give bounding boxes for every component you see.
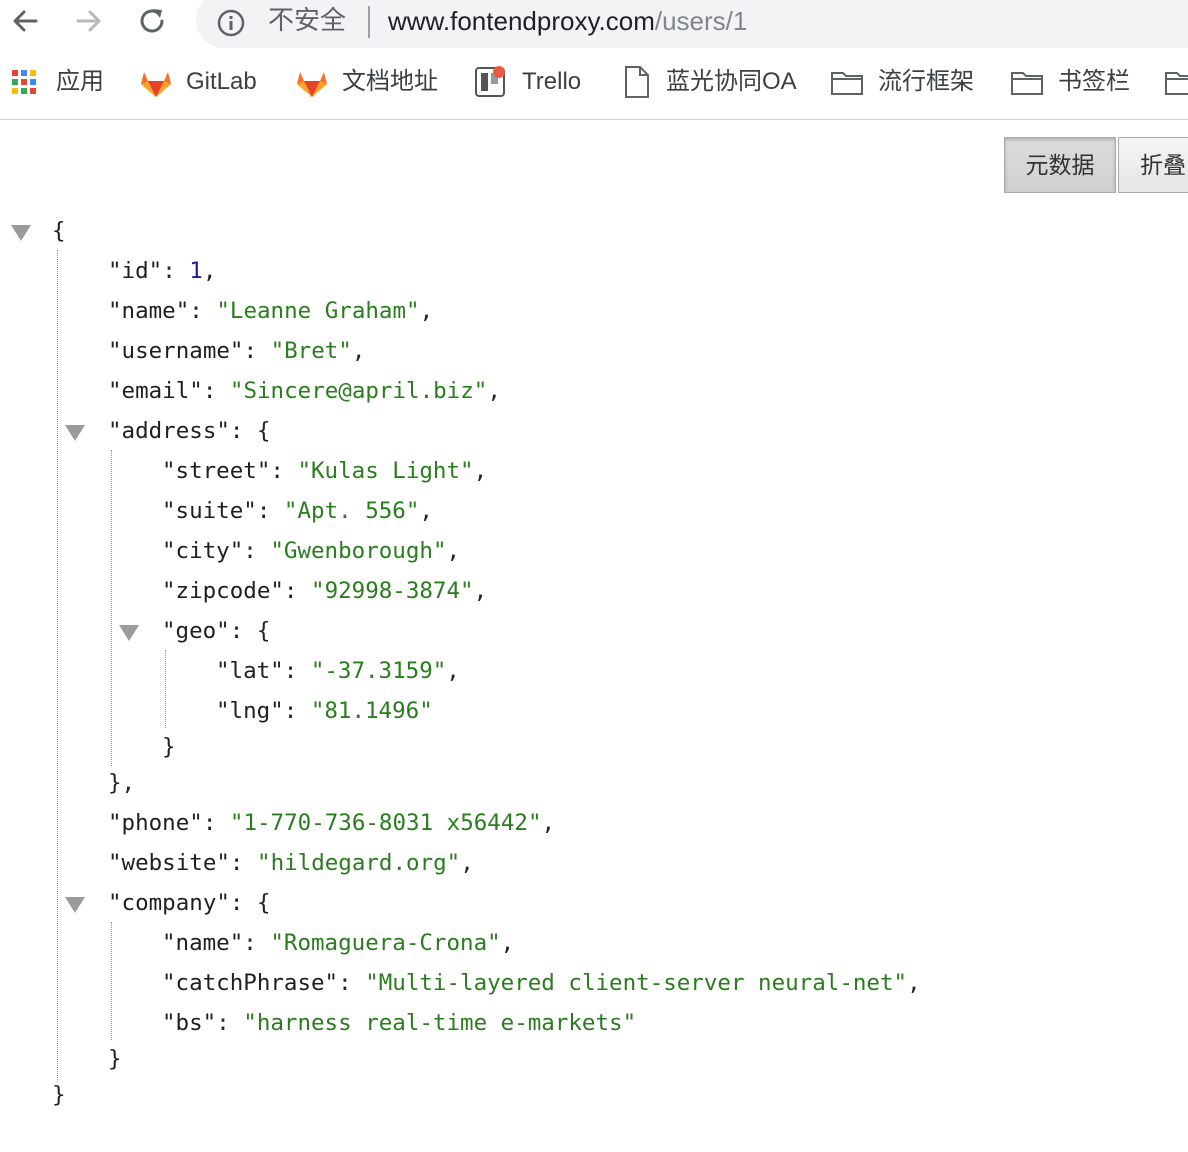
json-key: "company" — [108, 890, 230, 916]
json-string: "92998-3874" — [311, 578, 474, 604]
json-row-website: "website": "hildegard.org", — [108, 850, 474, 876]
json-string: "Gwenborough" — [270, 538, 447, 564]
json-key: "email" — [108, 378, 203, 404]
json-string: "Romaguera-Crona" — [270, 930, 501, 956]
json-row-bs: "bs": "harness real-time e-markets" — [162, 1010, 637, 1036]
insecure-label: 不安全 — [268, 6, 347, 36]
collapse-toggle-icon[interactable] — [11, 225, 31, 241]
back-button[interactable] — [2, 2, 46, 42]
url-host: www.fontendproxy.com — [388, 6, 655, 36]
reload-button[interactable] — [130, 2, 174, 42]
bookmark-label: Trello — [522, 68, 582, 95]
json-row-street: "street": "Kulas Light", — [162, 458, 488, 484]
json-key: "phone" — [108, 810, 203, 836]
json-string: "Apt. 556" — [283, 498, 420, 524]
fold-button[interactable]: 折叠 — [1118, 137, 1188, 193]
indent-guide — [165, 650, 166, 728]
json-key: "lat" — [216, 658, 284, 684]
back-arrow-icon — [13, 10, 38, 32]
url-text[interactable]: www.fontendproxy.com/users/1 — [388, 4, 747, 38]
json-brace-close: }, — [108, 770, 136, 796]
json-string: "harness real-time e-markets" — [243, 1010, 637, 1036]
json-row-email: "email": "Sincere@april.biz", — [108, 378, 501, 404]
json-key: "bs" — [162, 1010, 217, 1036]
collapse-toggle-icon[interactable] — [65, 425, 85, 441]
json-row-company: "company": { — [108, 890, 271, 916]
bookmark-label: 蓝光协同OA — [666, 68, 797, 95]
json-row-city: "city": "Gwenborough", — [162, 538, 461, 564]
json-key: "address" — [108, 418, 230, 444]
json-string: "81.1496" — [310, 698, 433, 724]
json-row-zipcode: "zipcode": "92998-3874", — [162, 578, 488, 604]
apps-grid-icon — [12, 70, 36, 94]
json-string: "-37.3159" — [310, 658, 447, 684]
json-row-address: "address": { — [108, 418, 271, 444]
bookmark-label: GitLab — [186, 68, 257, 95]
bookmark-label: 流行框架 — [878, 68, 974, 95]
json-string: "Multi-layered client-server neural-net" — [365, 970, 908, 996]
indent-guide — [57, 250, 58, 1082]
json-row-company-name: "name": "Romaguera-Crona", — [162, 930, 515, 956]
url-path: /users/1 — [654, 6, 748, 36]
json-number: 1 — [189, 258, 203, 284]
folder-icon — [1011, 72, 1043, 95]
gitlab-icon — [141, 72, 171, 97]
json-row-phone: "phone": "1-770-736-8031 x56442", — [108, 810, 556, 836]
json-row-lng: "lng": "81.1496" — [216, 698, 433, 724]
trello-icon — [475, 66, 505, 97]
gitlab-icon — [297, 72, 327, 97]
json-key: "website" — [108, 850, 230, 876]
json-row-name: "name": "Leanne Graham", — [108, 298, 434, 324]
forward-button[interactable] — [66, 2, 110, 42]
json-key: "street" — [162, 458, 271, 484]
json-key: "catchPhrase" — [162, 970, 339, 996]
json-row-suite: "suite": "Apt. 556", — [162, 498, 433, 524]
bookmark-label: 应用 — [56, 68, 104, 95]
json-row-catchphrase: "catchPhrase": "Multi-layered client-ser… — [162, 970, 921, 996]
json-string: "hildegard.org" — [257, 850, 461, 876]
json-key: "username" — [108, 338, 244, 364]
json-string: "1-770-736-8031 x56442" — [229, 810, 542, 836]
json-key: "suite" — [162, 498, 257, 524]
folder-icon — [1165, 72, 1188, 95]
info-icon[interactable] — [216, 8, 246, 38]
collapse-toggle-icon[interactable] — [119, 625, 139, 641]
omnibox-divider — [368, 6, 370, 38]
json-key: "id" — [108, 258, 163, 284]
collapse-toggle-icon[interactable] — [65, 897, 85, 913]
json-brace-close: } — [52, 1082, 66, 1108]
bookmarks-bar: 应用 GitLab 文档地址 Trello 蓝光协同OA 流行框架 书签栏 — [0, 48, 1188, 120]
forward-arrow-icon — [76, 10, 101, 32]
folder-icon — [831, 72, 863, 95]
json-key: "geo" — [162, 618, 230, 644]
json-string: "Kulas Light" — [297, 458, 474, 484]
indent-guide — [111, 922, 112, 1040]
json-row-geo: "geo": { — [162, 618, 271, 644]
json-string: "Bret" — [270, 338, 352, 364]
bookmark-label: 文档地址 — [342, 68, 438, 95]
json-key: "name" — [108, 298, 190, 324]
browser-toolbar: 不安全 www.fontendproxy.com/users/1 — [0, 0, 1188, 48]
json-string: "Sincere@april.biz" — [229, 378, 488, 404]
json-key: "zipcode" — [162, 578, 284, 604]
json-brace-close: } — [162, 734, 176, 760]
reload-icon — [140, 9, 164, 33]
bookmark-label: 书签栏 — [1058, 68, 1130, 95]
json-key: "lng" — [216, 698, 284, 724]
json-string: "Leanne Graham" — [216, 298, 420, 324]
document-icon — [625, 66, 649, 98]
json-brace-open: { — [52, 218, 66, 244]
json-key: "name" — [162, 930, 244, 956]
json-row-username: "username": "Bret", — [108, 338, 366, 364]
json-row-lat: "lat": "-37.3159", — [216, 658, 460, 684]
address-bar[interactable]: 不安全 www.fontendproxy.com/users/1 — [196, 0, 1188, 48]
json-brace-close: } — [108, 1046, 122, 1072]
raw-data-button[interactable]: 元数据 — [1004, 137, 1116, 193]
indent-guide — [111, 450, 112, 766]
json-key: "city" — [162, 538, 244, 564]
json-row-id: "id": 1, — [108, 258, 217, 284]
